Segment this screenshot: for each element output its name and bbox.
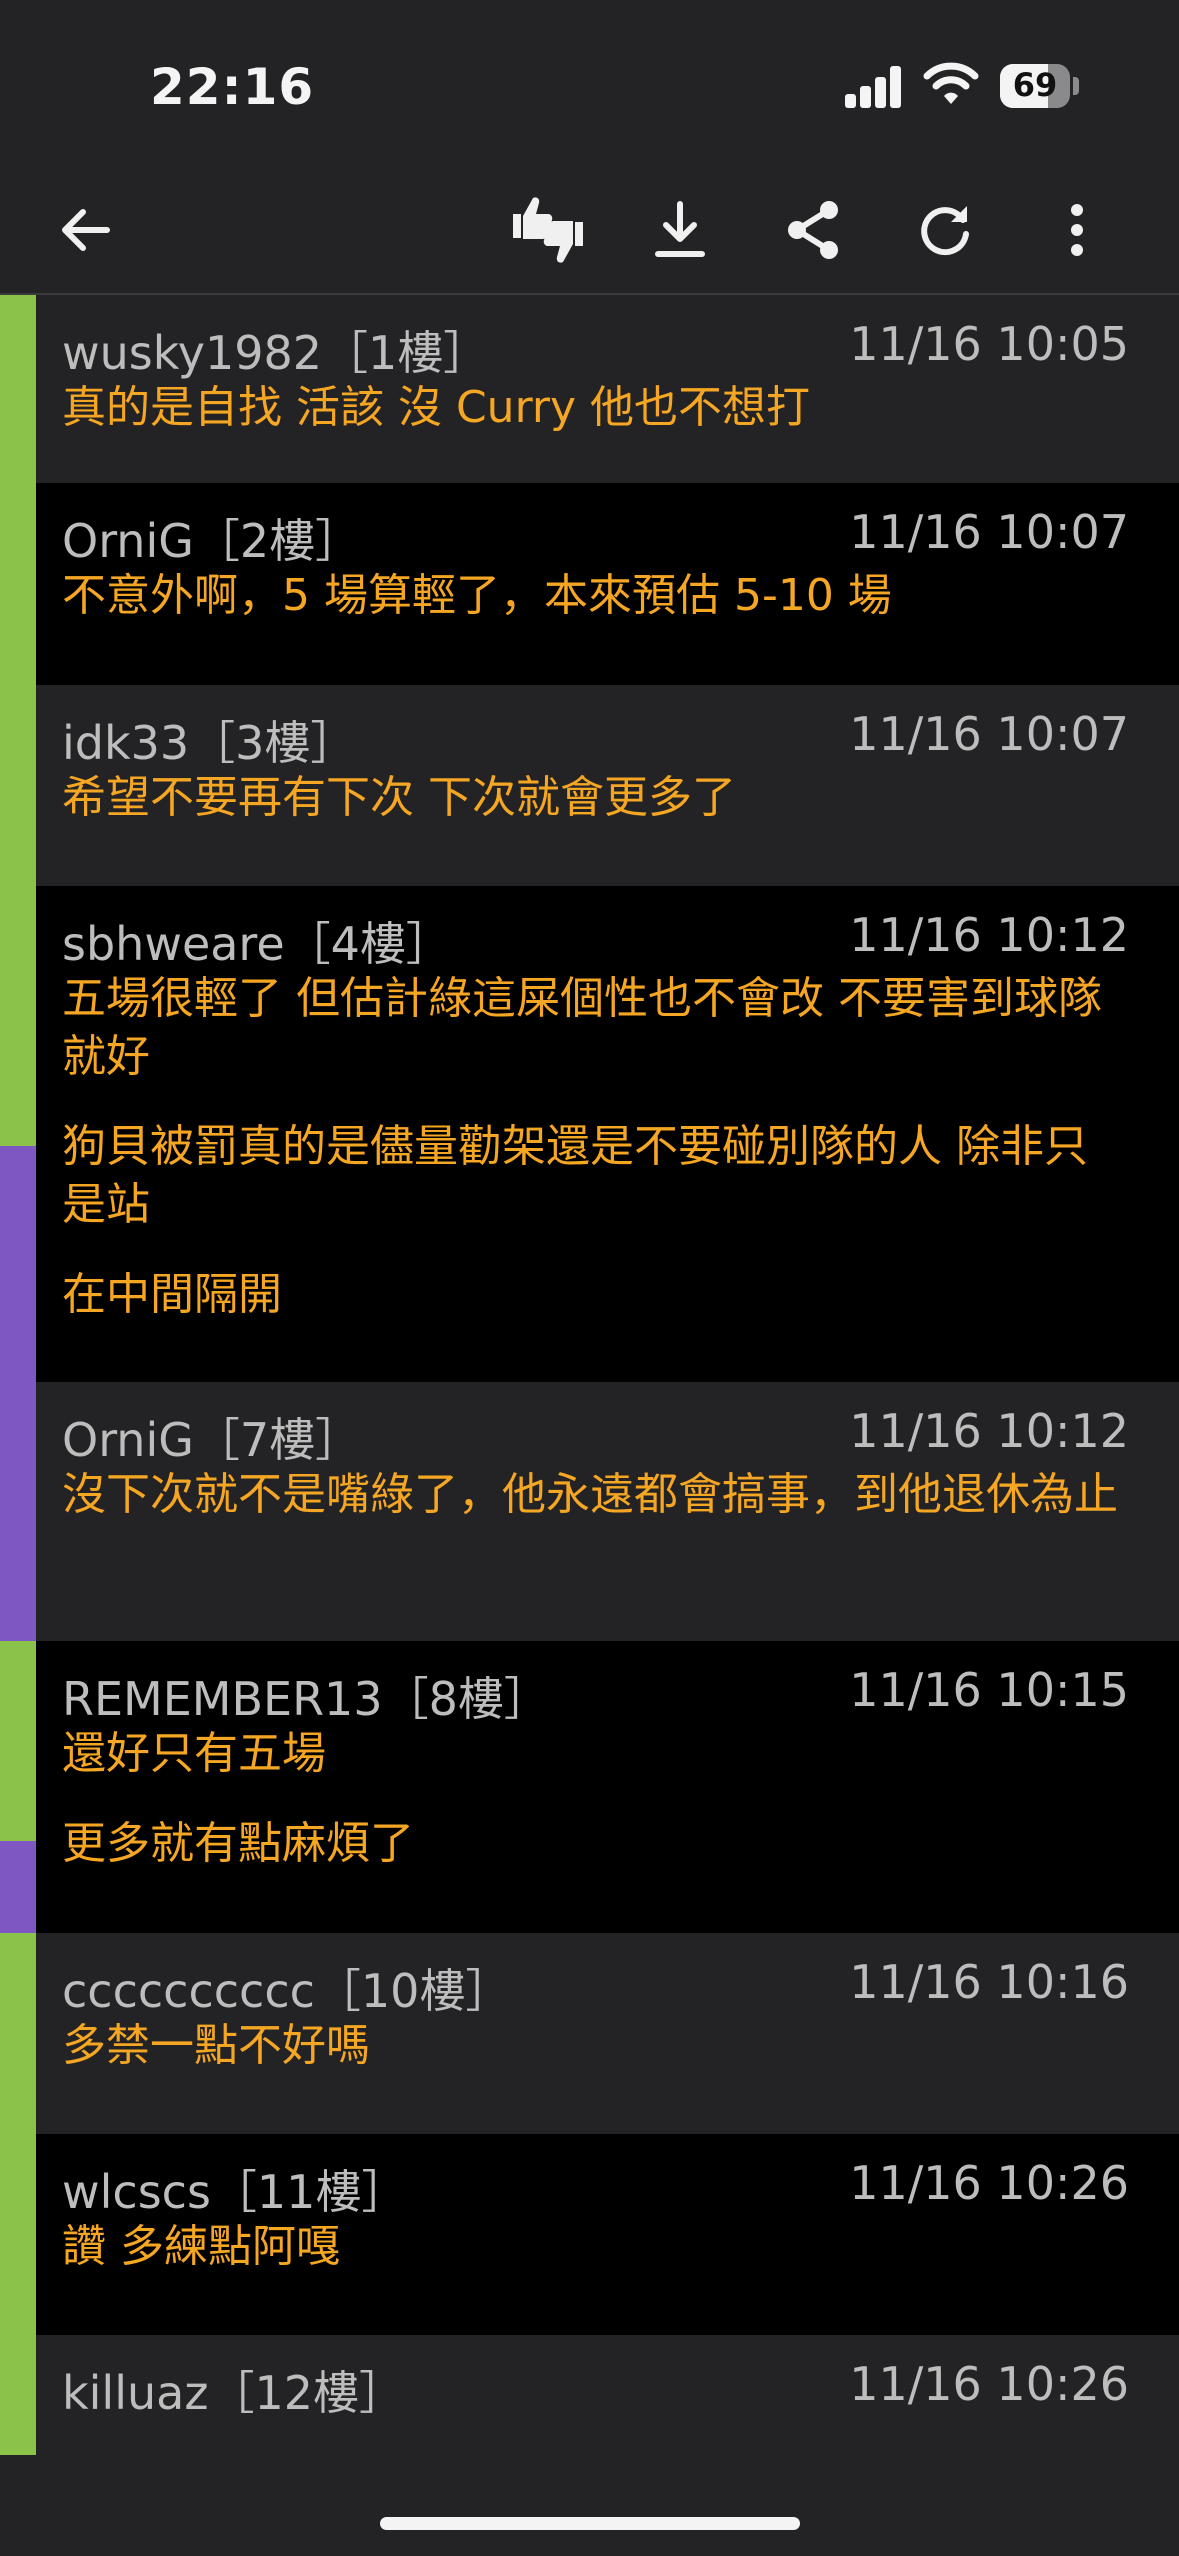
comment-text: 狗貝被罰真的是儘量勸架還是不要碰別隊的人 除非只是站 [62,1121,1088,1230]
comment-text: 還好只有五場 [62,1728,326,1779]
wifi-icon [923,60,979,108]
thread-indicator [0,483,36,685]
home-indicator-area [0,2455,1179,2556]
comment-item[interactable]: OrniG［7樓］ 11/16 10:12 沒下次就不是嘴綠了，他永遠都會搞事，… [0,1382,1179,1641]
battery-level: 69 [1012,66,1058,104]
thread-indicator [0,1146,36,1382]
comment-author[interactable]: wlcscs［11樓］ [62,2156,407,2222]
home-indicator[interactable] [380,2517,800,2530]
comment-item[interactable]: idk33［3樓］ 11/16 10:07 希望不要再有下次 下次就會更多了 [0,685,1179,886]
status-bar: 22:16 69 [0,0,1179,170]
comment-item[interactable]: killuaz［12樓］ 11/16 10:26 [0,2335,1179,2455]
download-icon [655,201,705,257]
battery-icon: 69 [1000,64,1070,108]
comment-date: 11/16 10:12 [849,908,1129,962]
comment-date: 11/16 10:05 [849,317,1129,371]
comment-author[interactable]: idk33［3樓］ [62,707,356,773]
thumbs-up-down-icon [513,197,583,263]
share-icon [788,201,838,259]
comment-author[interactable]: OrniG［7樓］ [62,1404,361,1470]
more-vertical-icon [1071,204,1083,256]
comment-item[interactable]: wusky1982［1樓］ 11/16 10:05 真的是自找 活該 沒 Cur… [0,295,1179,483]
comment-text: 讚 多練點阿嘎 [62,2221,340,2272]
thread-indicator [0,886,36,1146]
comment-item[interactable]: cccccccccc［10樓］ 11/16 10:16 多禁一點不好嗎 [0,1933,1179,2134]
comment-item[interactable]: sbhweare［4樓］ 11/16 10:12 五場很輕了 但估計綠這屎個性也… [0,886,1179,1382]
thread-indicator [0,685,36,886]
cellular-signal-icon [845,66,903,108]
comment-text: 在中間隔開 [62,1269,282,1320]
more-button[interactable] [1037,190,1117,270]
comment-author[interactable]: REMEMBER13［8樓］ [62,1663,550,1729]
comment-item[interactable]: REMEMBER13［8樓］ 11/16 10:15 還好只有五場 更多就有點麻… [0,1641,1179,1933]
thread-indicator [0,295,36,483]
comment-author[interactable]: OrniG［2樓］ [62,505,361,571]
comment-list[interactable]: wusky1982［1樓］ 11/16 10:05 真的是自找 活該 沒 Cur… [0,295,1179,2455]
toolbar [0,170,1179,295]
thread-indicator [0,1641,36,1841]
comment-text: 希望不要再有下次 下次就會更多了 [62,772,736,823]
rate-button[interactable] [508,190,588,270]
comment-date: 11/16 10:26 [849,2357,1129,2411]
share-button[interactable] [773,190,853,270]
battery-tip [1073,77,1079,95]
comment-text: 不意外啊，5 場算輕了，本來預估 5-10 場 [62,570,892,621]
comment-text: 五場很輕了 但估計綠這屎個性也不會改 不要害到球隊就好 [62,973,1102,1082]
comment-text: 真的是自找 活該 沒 Curry 他也不想打 [62,382,810,433]
thread-indicator [0,1841,36,1933]
comment-author[interactable]: killuaz［12樓］ [62,2357,405,2423]
back-arrow-icon [62,209,110,251]
comment-date: 11/16 10:26 [849,2156,1129,2210]
comment-date: 11/16 10:07 [849,505,1129,559]
comment-item[interactable]: OrniG［2樓］ 11/16 10:07 不意外啊，5 場算輕了，本來預估 5… [0,483,1179,685]
back-button[interactable] [45,190,125,270]
thread-indicator [0,2134,36,2335]
thread-indicator [0,1933,36,2134]
comment-date: 11/16 10:12 [849,1404,1129,1458]
comment-text: 更多就有點麻煩了 [62,1818,414,1869]
comment-date: 11/16 10:07 [849,707,1129,761]
status-time: 22:16 [150,58,315,116]
download-button[interactable] [640,190,720,270]
comment-author[interactable]: sbhweare［4樓］ [62,908,452,974]
comment-author[interactable]: cccccccccc［10樓］ [62,1955,511,2021]
comment-date: 11/16 10:16 [849,1955,1129,2009]
refresh-button[interactable] [905,190,985,270]
thread-indicator [0,2335,36,2455]
comment-text: 多禁一點不好嗎 [62,2020,370,2071]
comment-author[interactable]: wusky1982［1樓］ [62,317,489,383]
refresh-icon [921,206,969,256]
comment-text: 沒下次就不是嘴綠了，他永遠都會搞事，到他退休為止 [62,1469,1118,1520]
thread-indicator [0,1382,36,1641]
comment-item[interactable]: wlcscs［11樓］ 11/16 10:26 讚 多練點阿嘎 [0,2134,1179,2335]
comment-date: 11/16 10:15 [849,1663,1129,1717]
